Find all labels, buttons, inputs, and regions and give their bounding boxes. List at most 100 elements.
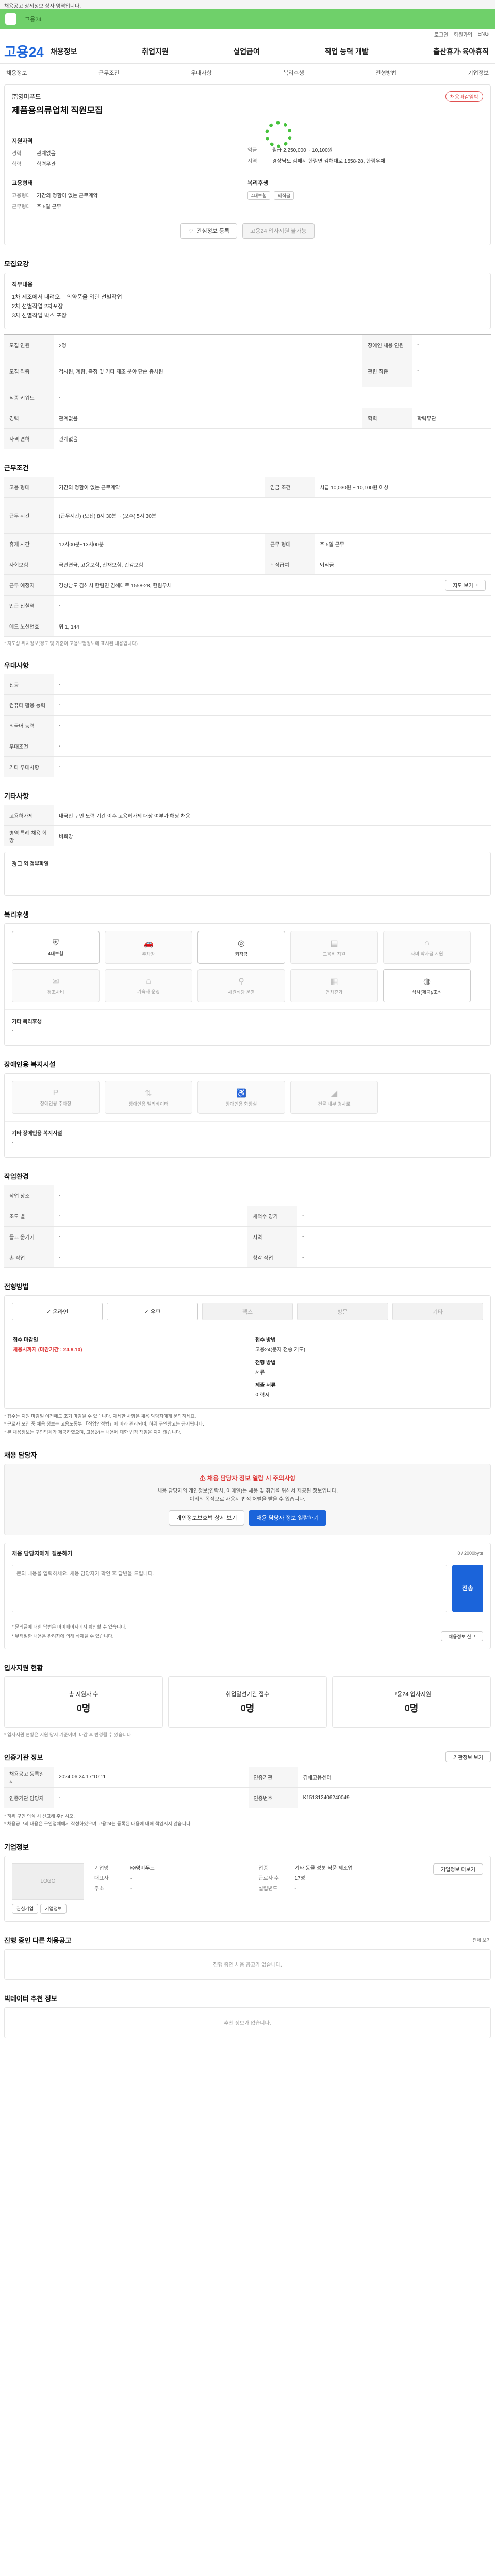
menu-item-training[interactable]: 직업 능력 개발 [325, 46, 369, 57]
table-cell: - [54, 736, 491, 757]
table-cell: - [54, 1247, 248, 1268]
job-description-title: 직무내용 [12, 282, 33, 288]
menu-item-support[interactable]: 취업지원 [142, 46, 169, 57]
tab-welfare[interactable]: 복리후생 [283, 69, 304, 77]
inquiry-byte-count: 0 / 2000byte [457, 1550, 483, 1556]
table-header: 기타 우대사항 [4, 756, 54, 777]
job-description-box: 직무내용 1차 제조에서 내려오는 의약품을 외관 선별작업 2차 선별작업 2… [4, 273, 491, 329]
company-field-label: 기업명 [94, 1865, 109, 1871]
book-icon: ▤ [330, 939, 338, 948]
table-header: 사회보험 [4, 554, 54, 575]
fav-company-button[interactable]: 관심기업 [12, 1903, 39, 1914]
loading-spinner-icon [265, 121, 292, 148]
welfare-item-label: 기숙사 운영 [137, 989, 160, 994]
tab-conditions[interactable]: 근무조건 [98, 69, 119, 77]
stat-value: 0명 [76, 1703, 91, 1714]
table-header: 근무 형태 [265, 533, 315, 554]
contact-text: 이외의 목적으로 사용시 법적 처벌을 받을 수 있습니다. [189, 1496, 306, 1502]
table-cell: 학력무관 [412, 408, 491, 429]
disab-grid: P 장애인용 주차장 ⇅ 장애인용 엘리베이터 ♿ 장애인용 화장실 ◢ 건물 내부 경… [5, 1074, 490, 1121]
signup-link[interactable]: 회원가입 [454, 30, 473, 38]
table-header: 에드 노선번호 [4, 616, 54, 637]
company-more-button[interactable]: 기업정보 더보기 [433, 1863, 483, 1875]
table-header: 전공 [4, 674, 54, 695]
table-header: 우대조건 [4, 736, 54, 757]
main-menu: 채용정보 취업지원 실업급여 직업 능력 개발 출산휴가·육아휴직 [51, 46, 491, 57]
table-header: 자격 면허 [4, 428, 54, 449]
report-button[interactable]: 채용정보 신고 [440, 1631, 483, 1642]
car-icon: 🚗 [143, 939, 154, 948]
table-row: 직종 키워드 - [4, 387, 491, 408]
menu-item-leave[interactable]: 출산휴가·육아휴직 [433, 46, 489, 57]
table-cell: 국민연금, 고용보험, 산재보험, 건강보험 [54, 554, 266, 575]
emp-type-label: 고용형태 [12, 193, 31, 199]
status-section-title: 입사지원 현황 [4, 1664, 43, 1672]
company-field-value: 17명 [294, 1875, 305, 1882]
login-link[interactable]: 로그인 [434, 30, 449, 38]
disab-item-label: 장애인용 엘리베이터 [128, 1101, 169, 1107]
privacy-detail-button[interactable]: 개인정보보호법 상세 보기 [169, 1510, 245, 1526]
disab-section-title: 장애인용 복지시설 [4, 1061, 56, 1069]
table-header: 학력 [362, 408, 412, 429]
table-header: 임금 조건 [265, 477, 315, 498]
career-label: 경력 [12, 151, 22, 157]
welfare-item: ⌂ 기숙사 운영 [105, 969, 192, 1002]
apply-label: 고용24 입사지원 불가능 [250, 228, 307, 234]
other-jobs-more-link[interactable]: 전체 보기 [472, 1937, 491, 1943]
company-field-value: - [130, 1875, 133, 1882]
lang-link[interactable]: ENG [477, 31, 489, 37]
table-cell: (근무시간) (오전) 8시 30분 ~ (오후) 5시 30분 [54, 497, 491, 534]
table-row: 고용허가제 내국인 구인 노력 기간 이후 고용허가제 대상 여부가 해당 채용 [4, 805, 491, 826]
apply-channel-list: ✓ 온라인 ✓ 우편 팩스 방문 기타 [5, 1296, 490, 1328]
welfare-item-label: 식사(제공)/조식 [411, 989, 442, 995]
table-cell: - [297, 1226, 491, 1247]
heart-icon: ♡ [188, 228, 194, 234]
table-cell: 관계없음 [54, 408, 363, 429]
source-notes: * 허위 구인 의심 시 신고해 주십시오. * 채용공고의 내용은 구인업체에… [4, 1812, 491, 1828]
disab-item: ⇅ 장애인용 엘리베이터 [105, 1081, 192, 1114]
table-cell: 위 1, 144 [54, 616, 491, 637]
welfare-item: ▦ 연차휴가 [290, 969, 378, 1002]
table-row: 병역 특례 채용 희망 비희망 [4, 825, 491, 846]
table-row: 경력 관계없음 학력 학력무관 [4, 408, 491, 429]
conditions-section-title: 근무조건 [4, 464, 29, 472]
company-detail-button[interactable]: 기업정보 [40, 1903, 67, 1914]
tab-preferences[interactable]: 우대사항 [191, 69, 211, 77]
disab-other-box: 기타 장애인용 복지시설 - [5, 1121, 490, 1157]
agency-info-button[interactable]: 기관정보 보기 [446, 1751, 491, 1763]
note-line: * 채용공고의 내용은 구인업체에서 작성하였으며 고용24는 등록된 내용에 … [4, 1821, 192, 1827]
conditions-table: 고용 형태 기간의 정함이 없는 근로계약 임금 조건 시급 10,030원 ~ 10… [4, 477, 491, 637]
map-button-label: 지도 보기 [453, 583, 473, 589]
table-cell: K151312406240049 [298, 1787, 491, 1809]
welfare-item-label: 사원식당 운영 [227, 989, 255, 995]
table-header: 조도 별 [4, 1206, 54, 1227]
table-header: 직종 키워드 [4, 387, 54, 408]
map-button[interactable]: 지도 보기 › [445, 579, 486, 591]
table-header: 경력 [4, 408, 54, 429]
site-logo[interactable]: 고용24 [4, 42, 51, 61]
company-detail-label: 기업정보 [45, 1906, 62, 1912]
inquiry-title: 채용 담당자에게 질문하기 [12, 1550, 73, 1557]
welfare-section-title: 복리후생 [4, 911, 29, 919]
view-contact-button[interactable]: 채용 담당자 정보 열람하기 [249, 1510, 326, 1526]
menu-item-jobs[interactable]: 채용정보 [51, 46, 77, 57]
table-row: 모집 직종 검사원, 계량, 측정 및 기타 제조 분야 단순 종사원 관련 직종 - [4, 355, 491, 387]
welfare-heading: 복리후생 [248, 180, 269, 187]
region-value: 경상남도 김해시 한림면 김해대로 1558-28, 한림우체 [272, 159, 385, 164]
view-contact-label: 채용 담당자 정보 열람하기 [256, 1515, 319, 1521]
tab-company[interactable]: 기업정보 [468, 69, 488, 77]
tab-recruit[interactable]: 채용정보 [6, 69, 27, 77]
employment-heading: 고용형태 [12, 180, 33, 187]
inquiry-send-button[interactable]: 전송 [452, 1564, 483, 1612]
scrap-button[interactable]: ♡ 관심정보 등록 [180, 223, 238, 239]
tab-method[interactable]: 전형방법 [375, 69, 396, 77]
apply-button[interactable]: 고용24 입사지원 불가능 [242, 223, 315, 239]
ramp-icon: ◢ [331, 1089, 338, 1098]
inquiry-textarea[interactable] [12, 1564, 447, 1612]
table-header: 휴게 시간 [4, 533, 54, 554]
note-line: * 근로자 모집 중 채용 정보는 고용노동부 「직업안정법」에 따라 관리되며… [4, 1421, 204, 1427]
menu-item-benefits[interactable]: 실업급여 [233, 46, 260, 57]
check-icon: ✓ [46, 1309, 53, 1315]
stat-label: 고용24 입사지원 [391, 1691, 431, 1698]
stat-agency: 취업알선기관 접수 0명 [168, 1676, 327, 1728]
